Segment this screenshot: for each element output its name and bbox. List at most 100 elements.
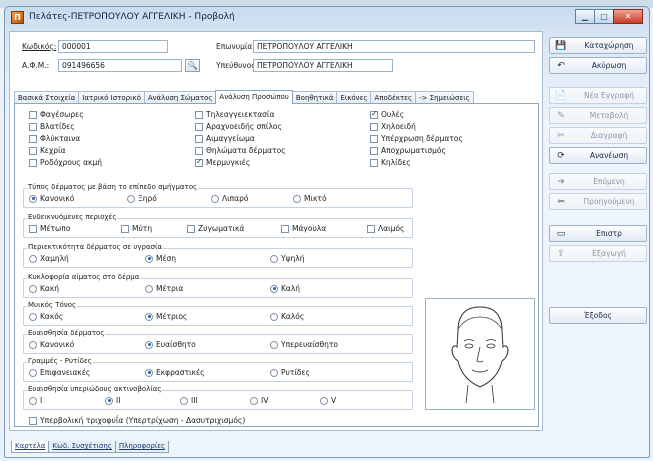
problem-checkbox[interactable]: Ουλές	[370, 109, 404, 119]
afm-lookup-button[interactable]: 🔍	[185, 59, 200, 72]
muscle-tone-radio[interactable]: Μέτριος	[145, 312, 187, 321]
muscle-tone-radio[interactable]: Κακός	[29, 312, 63, 321]
sensitivity-radio[interactable]: Υπερευαίσθητο	[270, 340, 338, 349]
bottom-tab-relation-code[interactable]: Κωδ. Συσχέτισης	[48, 441, 116, 453]
lines-radio-dot[interactable]	[29, 368, 37, 377]
moisture-radio-dot[interactable]	[270, 254, 278, 263]
problem-checkbox-box[interactable]	[195, 122, 203, 131]
sensitivity-radio-dot[interactable]	[29, 340, 37, 349]
sensitivity-radio-dot[interactable]	[145, 340, 153, 349]
problem-checkbox-box[interactable]	[195, 146, 203, 155]
circulation-radio-dot[interactable]	[145, 284, 153, 293]
title-bar[interactable]: Π Πελάτες-ΠΕΤΡΟΠΟΥΛΟΥ ΑΓΓΕΛΙΚΗ - Προβολή…	[5, 7, 649, 29]
uv-radio[interactable]: V	[320, 396, 336, 405]
cancel-button[interactable]: ↶ Ακύρωση	[549, 57, 647, 74]
lines-radio[interactable]: Επιφανειακές	[29, 368, 90, 377]
bottom-tab-card[interactable]: Καρτέλα	[11, 441, 50, 453]
maximize-button[interactable]: □	[594, 9, 614, 24]
refresh-button[interactable]: ⟳ Ανανέωση	[549, 147, 647, 164]
area-checkbox-box[interactable]	[29, 224, 37, 233]
muscle-tone-radio-dot[interactable]	[270, 312, 278, 321]
lines-radio-dot[interactable]	[145, 368, 153, 377]
problem-checkbox[interactable]: Βλατίδες	[29, 122, 75, 131]
problem-checkbox-box[interactable]	[29, 158, 37, 167]
hair-checkbox[interactable]: Υπερβολική τριχοφυΐα (Υπερτρίχωση - Δασυ…	[29, 416, 245, 425]
moisture-radio[interactable]: Μέση	[145, 254, 176, 263]
name-field[interactable]: ΠΕΤΡΟΠΟΥΛΟΥ ΑΓΓΕΛΙΚΗ	[253, 40, 535, 53]
problem-checkbox-box[interactable]	[195, 134, 203, 143]
problem-checkbox[interactable]: Χηλοειδή	[370, 122, 416, 131]
circulation-radio[interactable]: Καλή	[270, 284, 300, 293]
lines-radio-dot[interactable]	[270, 368, 278, 377]
moisture-radio-dot[interactable]	[29, 254, 37, 263]
next-button[interactable]: ➜ Επόμενη	[549, 173, 647, 190]
uv-radio[interactable]: IV	[250, 396, 268, 405]
moisture-radio-dot[interactable]	[145, 254, 153, 263]
lines-radio[interactable]: Εκφραστικές	[145, 368, 205, 377]
skin-type-radio-dot[interactable]	[127, 194, 135, 203]
problem-checkbox[interactable]: Φαγέσωρες	[29, 110, 84, 119]
muscle-tone-radio[interactable]: Καλός	[270, 312, 304, 321]
sensitivity-radio[interactable]: Κανονικό	[29, 340, 74, 349]
problem-checkbox[interactable]: Αραχνοειδής σπίλος	[195, 122, 282, 131]
area-checkbox[interactable]: Μάγουλα	[281, 224, 326, 233]
skin-type-radio[interactable]: Κανονικό	[29, 194, 74, 203]
bottom-tab-info[interactable]: Πληροφορίες	[114, 441, 170, 453]
exit-button[interactable]: Έξοδος	[549, 307, 647, 324]
lines-radio[interactable]: Ρυτίδες	[270, 368, 310, 377]
problem-checkbox[interactable]: Φλύκταινα	[29, 134, 80, 143]
problem-checkbox-box[interactable]	[370, 109, 378, 119]
circulation-radio[interactable]: Κακή	[29, 284, 59, 293]
new-record-button[interactable]: 📄 Νέα Εγγραφή	[549, 87, 647, 104]
problem-checkbox-box[interactable]	[370, 134, 378, 143]
edit-button[interactable]: ✎ Μεταβολή	[549, 107, 647, 124]
uv-radio-dot[interactable]	[320, 396, 328, 405]
circulation-radio-dot[interactable]	[270, 284, 278, 293]
uv-radio-dot[interactable]	[250, 396, 258, 405]
problem-checkbox-box[interactable]	[29, 146, 37, 155]
save-button[interactable]: 💾 Καταχώρηση	[549, 37, 647, 54]
code-field[interactable]: 000001	[58, 40, 168, 53]
circulation-radio-dot[interactable]	[29, 284, 37, 293]
muscle-tone-radio-dot[interactable]	[145, 312, 153, 321]
problem-checkbox[interactable]: Ροδόχρους ακμή	[29, 158, 102, 167]
afm-field[interactable]: 091496656	[58, 59, 182, 72]
problem-checkbox-box[interactable]	[370, 158, 378, 167]
problem-checkbox[interactable]: Τηλεαγγειεκτασία	[195, 110, 274, 119]
problem-checkbox-box[interactable]	[195, 110, 203, 119]
moisture-radio[interactable]: Χαμηλή	[29, 254, 69, 263]
area-checkbox[interactable]: Λαιμός	[367, 224, 404, 233]
uv-radio[interactable]: III	[180, 396, 198, 405]
export-button[interactable]: ⇪ Εξαγωγή	[549, 245, 647, 262]
hair-checkbox-box[interactable]	[29, 416, 37, 425]
minimize-button[interactable]: ▁	[575, 9, 595, 24]
problem-checkbox-box[interactable]	[370, 122, 378, 131]
problem-checkbox-box[interactable]	[29, 122, 37, 131]
problem-checkbox-box[interactable]	[29, 110, 37, 119]
muscle-tone-radio-dot[interactable]	[29, 312, 37, 321]
problem-checkbox[interactable]: Αιμαγγείωμα	[195, 134, 255, 143]
moisture-radio[interactable]: Υψηλή	[270, 254, 304, 263]
problem-checkbox-box[interactable]	[370, 146, 378, 155]
problem-checkbox[interactable]: Κεχρία	[29, 146, 66, 155]
sensitivity-radio-dot[interactable]	[270, 340, 278, 349]
area-checkbox-box[interactable]	[367, 224, 375, 233]
sensitivity-radio[interactable]: Ευαίσθητο	[145, 340, 196, 349]
skin-type-radio[interactable]: Μικτό	[293, 194, 327, 203]
area-checkbox-box[interactable]	[121, 224, 129, 233]
problem-checkbox[interactable]: Κηλίδες	[370, 158, 411, 167]
uv-radio[interactable]: I	[29, 396, 42, 405]
area-checkbox[interactable]: Ζυγωματικά	[187, 224, 244, 233]
previous-button[interactable]: ⬅ Προηγούμενη	[549, 193, 647, 210]
problem-checkbox[interactable]: Αποχρωματισμός	[370, 146, 446, 155]
skin-type-radio-dot[interactable]	[293, 194, 301, 203]
problem-checkbox[interactable]: Μερμυγκιές	[195, 157, 250, 167]
uv-radio-dot[interactable]	[180, 396, 188, 405]
problem-checkbox-box[interactable]	[29, 134, 37, 143]
print-button[interactable]: ▭ Επιστρ	[549, 225, 647, 242]
problem-checkbox[interactable]: Θηλώματα δέρματος	[195, 146, 286, 155]
responsible-field[interactable]: ΠΕΤΡΟΠΟΥΛΟΥ ΑΓΓΕΛΙΚΗ	[253, 59, 393, 72]
problem-checkbox[interactable]: Υπέρχρωση δέρματος	[370, 134, 463, 143]
skin-type-radio-dot[interactable]	[29, 194, 37, 203]
skin-type-radio[interactable]: Λιπαρό	[211, 194, 248, 203]
